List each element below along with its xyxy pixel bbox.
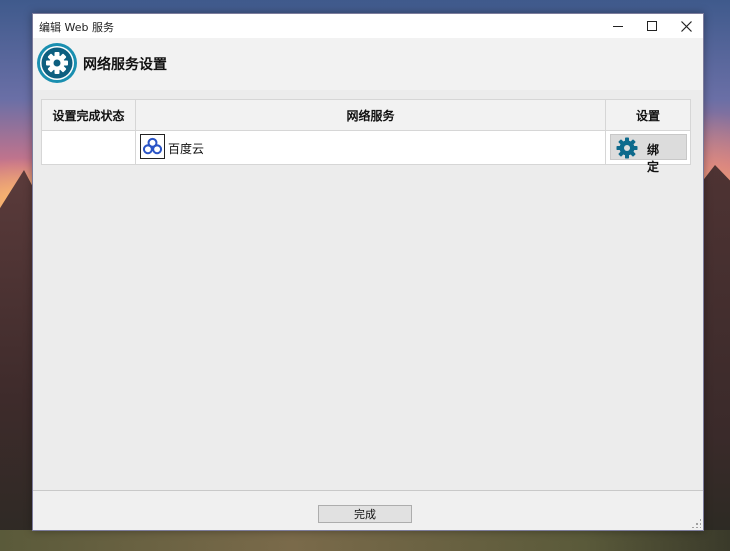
close-button[interactable] [669,14,703,38]
minimize-button[interactable] [601,14,635,38]
maximize-icon [647,21,657,31]
status-cell [42,131,136,164]
wallpaper-ground [0,530,730,551]
column-header-service: 网络服务 [136,100,606,131]
page-title: 网络服务设置 [83,57,167,73]
baidu-cloud-logo [140,134,165,159]
settings-cell: 绑定 [606,131,690,174]
bind-button-label: 绑定 [647,143,670,174]
dialog-header: 网络服务设置 [33,38,703,90]
edit-web-service-dialog: 编辑 Web 服务 网络服务设置 设置完成状态 网络服务 设置 百度云 绑定 完… [32,13,704,531]
service-name: 百度云 [168,142,205,156]
window-title: 编辑 Web 服务 [39,21,114,34]
minimize-icon [613,25,623,27]
close-icon [680,20,692,32]
gear-icon [37,43,77,83]
title-bar[interactable]: 编辑 Web 服务 [33,14,703,38]
dialog-footer: 完成 [33,490,703,530]
table-header: 设置完成状态 网络服务 设置 [42,100,690,131]
resize-grip-icon[interactable] [691,518,701,528]
web-services-table: 设置完成状态 网络服务 设置 百度云 绑定 [41,99,691,174]
wallpaper-rock-right [700,165,730,551]
service-cell: 百度云 [136,131,606,164]
table-row[interactable]: 百度云 绑定 [42,131,690,174]
gear-icon [616,137,638,159]
column-header-settings: 设置 [635,109,660,123]
done-button[interactable]: 完成 [318,505,412,523]
maximize-button[interactable] [635,14,669,38]
column-header-status: 设置完成状态 [42,100,136,131]
bind-button[interactable]: 绑定 [610,134,687,174]
